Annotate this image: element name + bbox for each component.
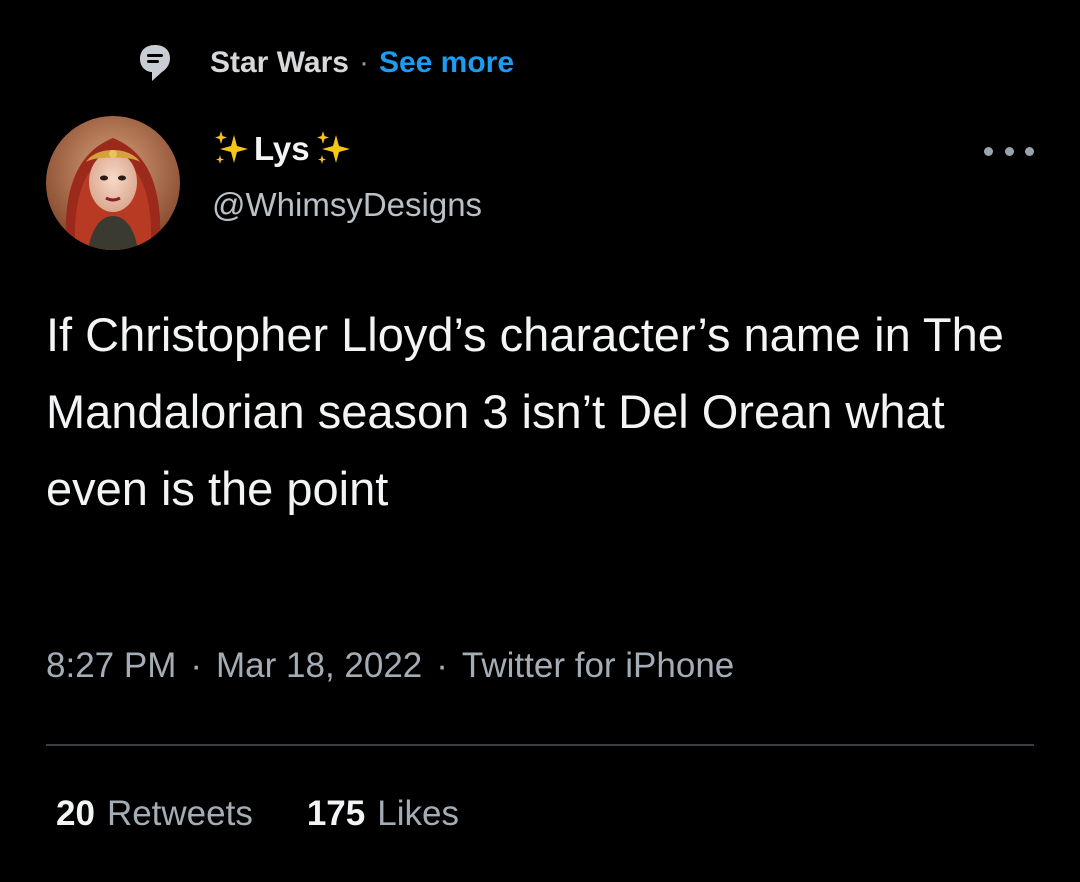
topic-separator: · [358,46,369,79]
display-name[interactable]: Lys [254,130,310,168]
likes-stat[interactable]: 175 Likes [307,794,459,834]
topic-icon [138,43,172,83]
topic-label[interactable]: Star Wars [210,46,349,80]
retweets-count: 20 [56,794,95,833]
see-more-link[interactable]: See more [379,46,514,80]
divider [46,744,1034,746]
retweets-label: Retweets [106,794,253,833]
tweet-meta: 8:27 PM · Mar 18, 2022 · Twitter for iPh… [46,646,734,686]
more-options-icon[interactable] [984,138,1034,164]
display-name-row[interactable]: Lys [212,126,354,172]
tweet-source[interactable]: Twitter for iPhone [462,646,734,686]
avatar[interactable] [46,116,180,250]
tweet-stats: 20 Retweets 175 Likes [56,794,459,834]
meta-separator: · [190,646,203,685]
tweet-text: If Christopher Lloyd’s character’s name … [46,308,1004,515]
tweet-time[interactable]: 8:27 PM [46,646,176,686]
likes-count: 175 [306,794,366,833]
sparkles-icon [212,129,252,169]
user-handle[interactable]: @WhimsyDesigns [212,186,482,224]
retweets-stat[interactable]: 20 Retweets [56,794,253,834]
likes-label: Likes [377,794,459,833]
meta-separator: · [436,646,448,685]
tweet-date[interactable]: Mar 18, 2022 [216,646,422,686]
sparkles-icon [314,129,354,169]
topic-row: Star Wars · See more [138,40,514,86]
